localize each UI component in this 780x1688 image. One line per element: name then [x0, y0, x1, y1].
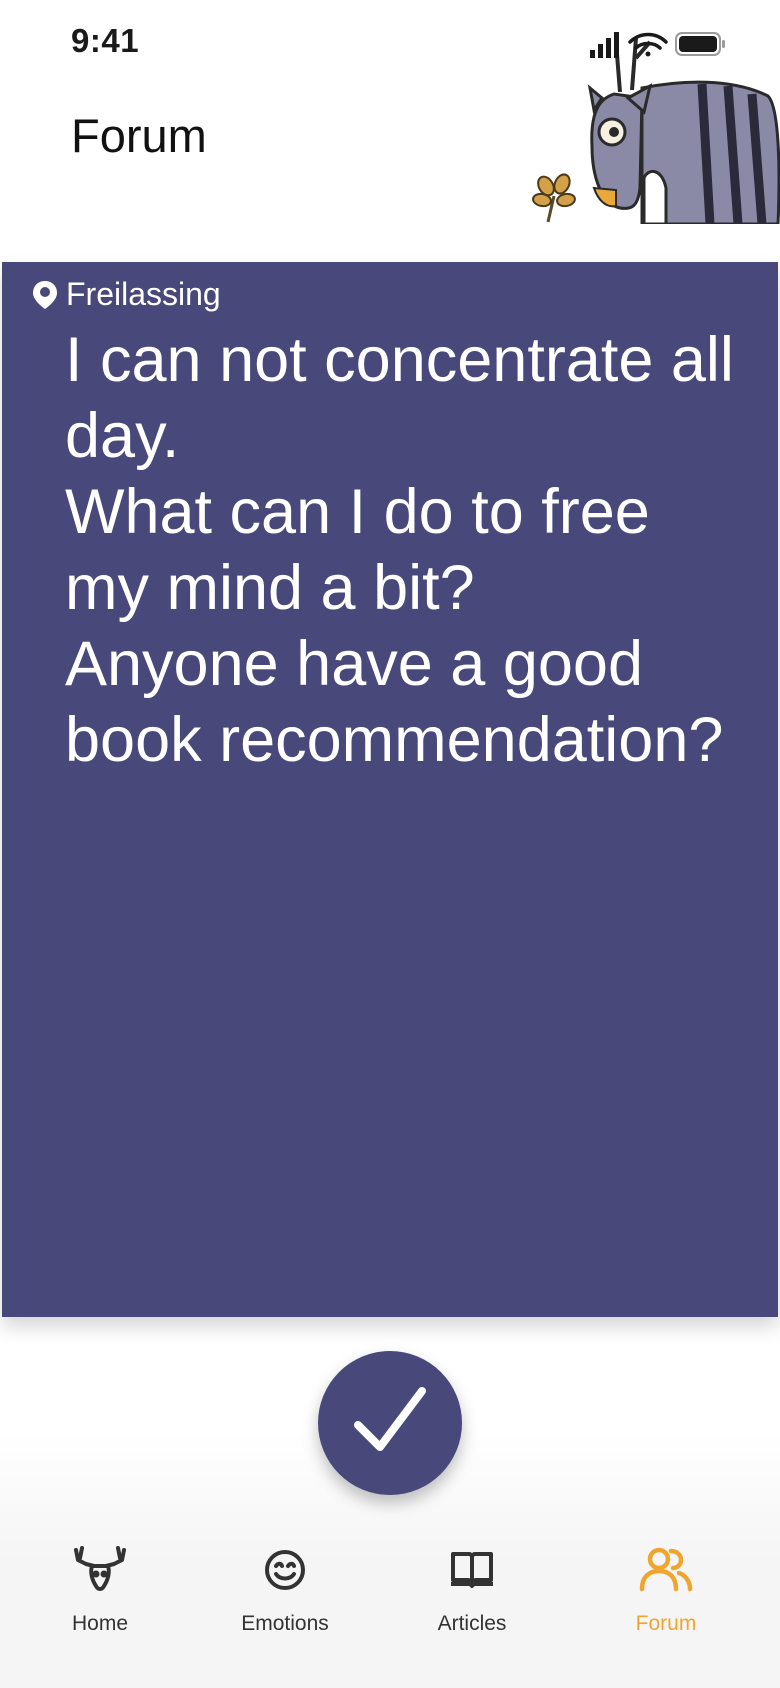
smiley-icon: [255, 1540, 315, 1600]
nav-item-emotions[interactable]: Emotions: [205, 1540, 365, 1636]
people-icon: [636, 1540, 696, 1600]
nav-label-emotions: Emotions: [241, 1612, 329, 1635]
post-location: Freilassing: [32, 276, 221, 313]
location-pin-icon: [33, 280, 57, 309]
nav-item-articles[interactable]: Articles: [392, 1540, 552, 1636]
forum-screen: 9:41 Forum Freilassing I can not concent…: [0, 0, 780, 1688]
signal-icon: [590, 32, 619, 58]
open-book-icon: [442, 1540, 502, 1600]
page-title: Forum: [71, 109, 207, 162]
location-label: Freilassing: [66, 276, 221, 312]
status-time: 9:41: [71, 22, 140, 59]
post-card[interactable]: Freilassing I can not concentrate all da…: [2, 262, 778, 1317]
nav-label-home: Home: [71, 1612, 129, 1635]
post-text: I can not concentrate all day. What can …: [65, 325, 734, 775]
nav-item-forum[interactable]: Forum: [586, 1540, 746, 1636]
checkmark-icon: [354, 1387, 426, 1451]
status-icons: [590, 32, 725, 58]
nav-item-home[interactable]: Home: [20, 1540, 180, 1636]
nav-label-forum: Forum: [635, 1612, 697, 1635]
moose-head-icon: [70, 1540, 130, 1600]
nav-label-articles: Articles: [437, 1612, 507, 1635]
battery-icon: [675, 32, 725, 56]
wifi-icon: [628, 32, 668, 57]
confirm-button[interactable]: [318, 1351, 462, 1495]
bottom-nav: Home Emotions Articles Forum: [0, 1540, 780, 1670]
